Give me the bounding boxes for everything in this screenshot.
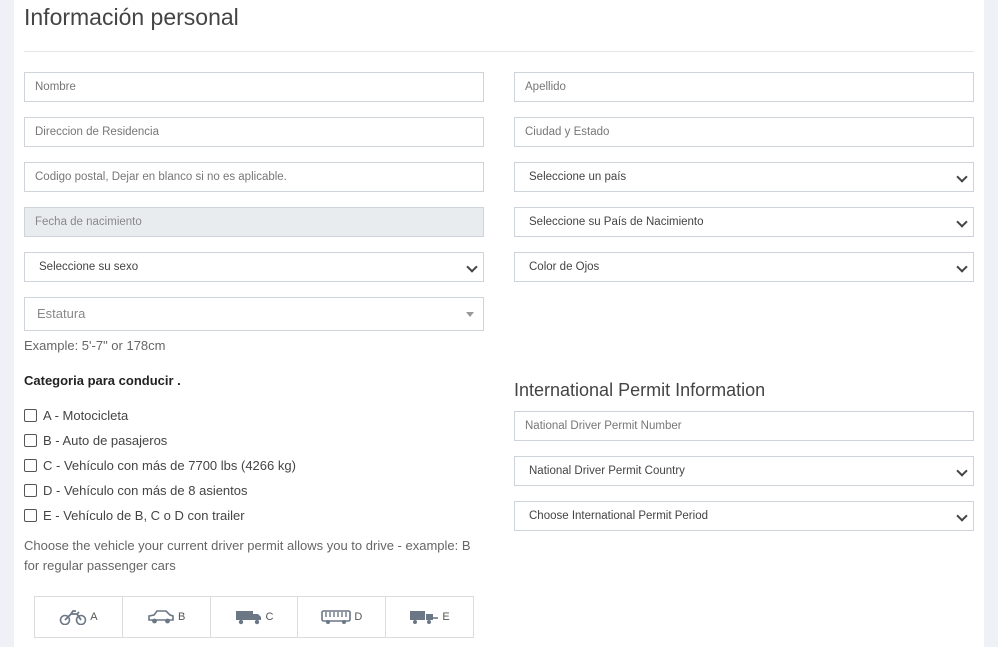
motorcycle-icon (59, 609, 87, 625)
vehicle-class-e-letter: E (442, 611, 450, 623)
ciudad-placeholder: Ciudad y Estado (525, 126, 610, 138)
categoria-b-checkbox[interactable]: B - Auto de pasajeros (24, 432, 167, 450)
car-icon (147, 609, 175, 625)
direccion-input[interactable]: Direccion de Residencia (24, 117, 484, 147)
apellido-placeholder: Apellido (525, 81, 566, 93)
vehicle-class-b-letter: B (178, 611, 186, 623)
permit-section-title: International Permit Information (514, 380, 766, 400)
categoria-b-label: B - Auto de pasajeros (43, 433, 168, 448)
chevron-down-icon (956, 510, 968, 522)
categoria-e-label: E - Vehículo de B, C o D con trailer (43, 508, 245, 523)
fecha-nacimiento-input[interactable]: Fecha de nacimiento (24, 207, 484, 237)
categoria-a-label: A - Motocicleta (43, 408, 129, 423)
categoria-c-label: C - Vehículo con más de 7700 lbs (4266 k… (43, 458, 296, 473)
divider (24, 51, 974, 52)
categoria-d-checkbox[interactable]: D - Vehículo con más de 8 asientos (24, 482, 248, 500)
checkbox-icon[interactable] (24, 484, 37, 497)
pais-nacimiento-value: Seleccione su País de Nacimiento (529, 216, 704, 228)
categoria-label: Categoria para conducir . (24, 373, 181, 388)
sexo-select-value: Seleccione su sexo (39, 261, 139, 273)
caret-down-icon (466, 312, 474, 317)
nombre-placeholder: Nombre (35, 81, 76, 93)
vehicle-class-a[interactable]: A (35, 597, 123, 637)
truck-icon (235, 609, 263, 625)
estatura-value: Estatura (37, 306, 86, 321)
personal-info-card: Información personal Nombre Apellido Dir… (14, 0, 984, 647)
checkbox-icon[interactable] (24, 509, 37, 522)
categoria-e-checkbox[interactable]: E - Vehículo de B, C o D con trailer (24, 507, 245, 525)
vehicle-class-c-letter: C (265, 611, 274, 623)
page-title: Información personal (24, 4, 239, 30)
sexo-select[interactable]: Seleccione su sexo (24, 252, 484, 282)
vehicle-class-table: A B C D E (34, 596, 474, 638)
pais-select[interactable]: Seleccione un país (514, 162, 974, 192)
permit-period-value: Choose International Permit Period (529, 510, 708, 522)
codigo-postal-placeholder: Codigo postal, Dejar en blanco si no es … (35, 171, 287, 183)
vehicle-class-d-letter: D (354, 611, 363, 623)
categoria-c-checkbox[interactable]: C - Vehículo con más de 7700 lbs (4266 k… (24, 457, 296, 475)
chevron-down-icon (466, 261, 478, 273)
chevron-down-icon (956, 261, 968, 273)
checkbox-icon[interactable] (24, 459, 37, 472)
permit-period-select[interactable]: Choose International Permit Period (514, 501, 974, 531)
color-ojos-value: Color de Ojos (529, 261, 600, 273)
vehicle-class-e[interactable]: E (386, 597, 473, 637)
vehicle-class-a-letter: A (90, 611, 98, 623)
estatura-hint: Example: 5'-7" or 178cm (24, 338, 166, 353)
ciudad-input[interactable]: Ciudad y Estado (514, 117, 974, 147)
vehicle-hint: Choose the vehicle your current driver p… (24, 538, 471, 573)
apellido-input[interactable]: Apellido (514, 72, 974, 102)
permit-country-value: National Driver Permit Country (529, 465, 685, 477)
chevron-down-icon (956, 216, 968, 228)
chevron-down-icon (956, 465, 968, 477)
checkbox-icon[interactable] (24, 409, 37, 422)
pais-select-value: Seleccione un país (529, 171, 627, 183)
color-ojos-select[interactable]: Color de Ojos (514, 252, 974, 282)
vehicle-class-d[interactable]: D (298, 597, 387, 637)
trailer-icon (409, 609, 439, 625)
permit-number-input[interactable]: National Driver Permit Number (514, 411, 974, 441)
chevron-down-icon (956, 171, 968, 183)
vehicle-class-c[interactable]: C (211, 597, 299, 637)
fecha-nacimiento-placeholder: Fecha de nacimiento (35, 216, 142, 228)
codigo-postal-input[interactable]: Codigo postal, Dejar en blanco si no es … (24, 162, 484, 192)
checkbox-icon[interactable] (24, 434, 37, 447)
vehicle-class-b[interactable]: B (123, 597, 211, 637)
estatura-select[interactable]: Estatura (24, 297, 484, 331)
direccion-placeholder: Direccion de Residencia (35, 126, 160, 138)
bus-icon (321, 609, 352, 625)
pais-nacimiento-select[interactable]: Seleccione su País de Nacimiento (514, 207, 974, 237)
permit-number-placeholder: National Driver Permit Number (525, 420, 682, 432)
nombre-input[interactable]: Nombre (24, 72, 484, 102)
permit-country-select[interactable]: National Driver Permit Country (514, 456, 974, 486)
categoria-a-checkbox[interactable]: A - Motocicleta (24, 407, 128, 425)
categoria-d-label: D - Vehículo con más de 8 asientos (43, 483, 248, 498)
